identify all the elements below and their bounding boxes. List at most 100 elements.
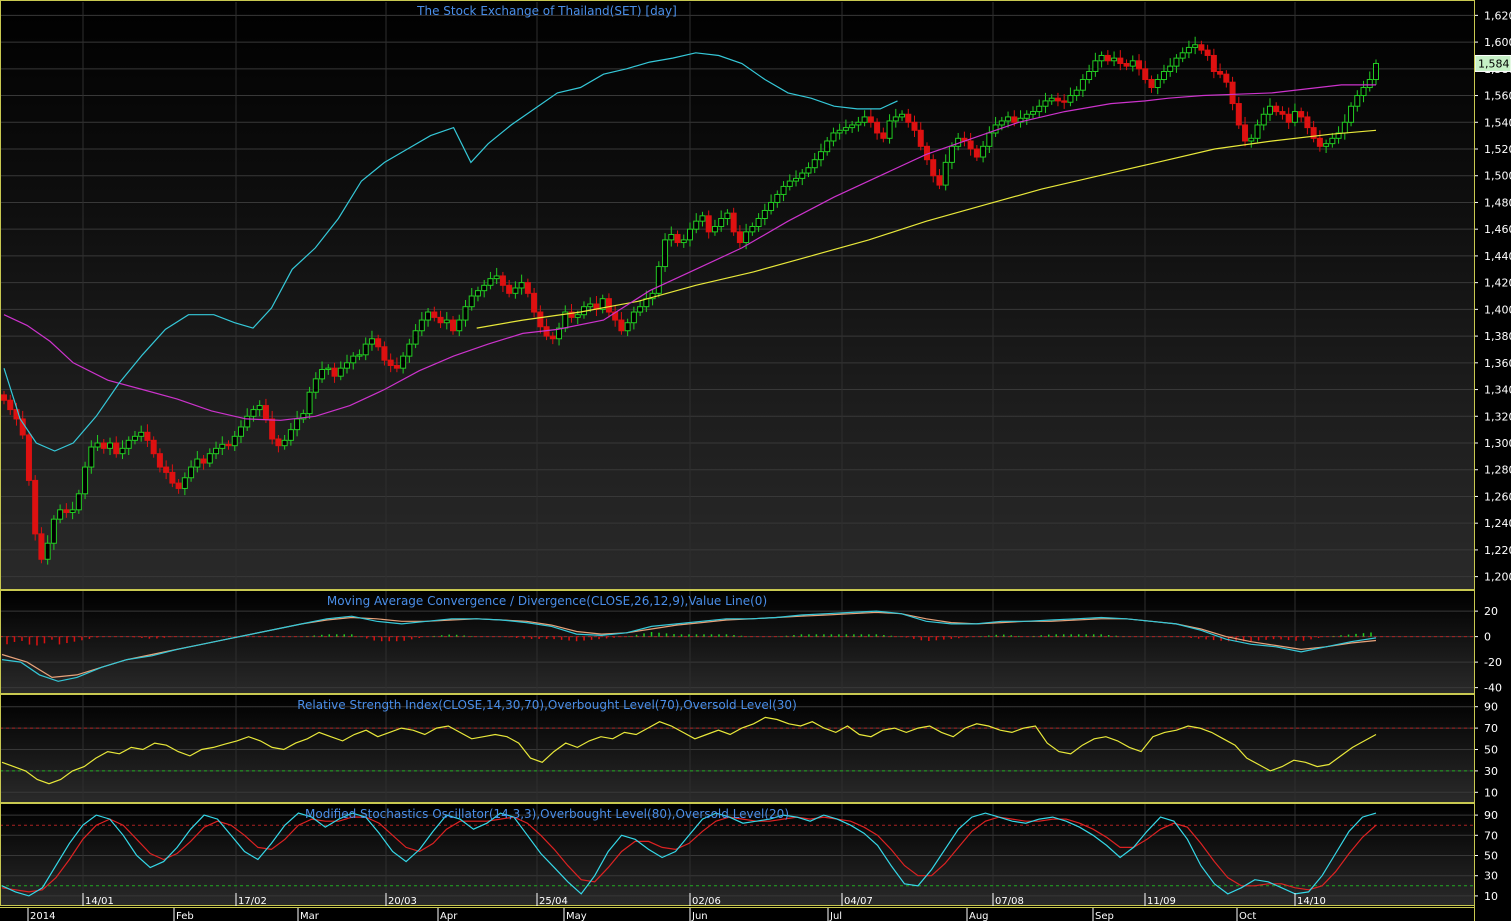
y-tick-label: 90	[1484, 809, 1498, 822]
y-tick-label: 1,260	[1484, 490, 1511, 503]
candle	[287, 429, 294, 441]
candle	[917, 129, 924, 147]
x-tick-label: Apr	[440, 911, 458, 921]
candle	[493, 275, 500, 280]
candle	[474, 290, 481, 297]
candle	[1223, 73, 1230, 83]
candle	[231, 435, 238, 447]
candle	[1092, 60, 1099, 72]
candle	[973, 148, 980, 158]
candle	[518, 282, 525, 289]
candle	[487, 278, 494, 286]
candle	[780, 185, 787, 195]
candle	[44, 542, 51, 560]
candle	[892, 116, 899, 122]
candle	[680, 239, 687, 244]
candle	[175, 482, 182, 489]
candle	[194, 458, 201, 468]
y-tick-label: 10	[1484, 786, 1498, 799]
candle	[587, 303, 594, 308]
y-tick-label: 70	[1484, 829, 1498, 842]
candle	[331, 367, 338, 377]
candle	[836, 129, 843, 134]
candle	[1036, 105, 1043, 113]
x-tick-label: 02/06	[692, 896, 721, 907]
candle	[618, 319, 625, 332]
candle	[281, 439, 288, 447]
pane-title: Modified Stochastics Oscillator(14,3,3),…	[305, 807, 789, 821]
candle	[842, 127, 849, 131]
x-tick-label: Feb	[176, 911, 194, 921]
candle	[1030, 111, 1036, 115]
candle	[294, 418, 301, 431]
y-tick-label: 1,440	[1484, 250, 1511, 263]
candle	[1167, 65, 1174, 72]
candle	[400, 355, 407, 369]
candle	[94, 442, 101, 448]
candle	[861, 116, 868, 123]
candle	[911, 121, 918, 131]
candle	[368, 338, 375, 345]
candle	[830, 132, 837, 142]
candle	[605, 298, 612, 313]
candle	[57, 509, 64, 520]
candle	[1229, 81, 1236, 105]
x-tick-label: Aug	[969, 911, 989, 921]
candle	[531, 292, 538, 313]
y-tick-label: 1,280	[1484, 464, 1511, 477]
candle	[549, 335, 556, 340]
y-tick-label: 1,320	[1484, 410, 1511, 423]
x-tick-label: 11/09	[1147, 896, 1176, 907]
candle	[100, 442, 107, 449]
y-tick-label: 1,560	[1484, 90, 1511, 103]
candle	[393, 364, 400, 369]
candle	[50, 518, 57, 544]
candle	[481, 284, 488, 292]
candle	[188, 466, 195, 479]
candle	[899, 113, 906, 118]
x-tick-label: Mar	[300, 911, 320, 921]
candle	[356, 354, 363, 357]
candle	[1042, 100, 1049, 107]
candle	[799, 172, 806, 179]
candle	[312, 378, 319, 393]
y-tick-label: 20	[1484, 605, 1498, 618]
candle	[786, 180, 793, 187]
candle	[1348, 105, 1355, 123]
y-tick-label: 1,620	[1484, 9, 1511, 22]
candle	[1192, 44, 1199, 48]
candle	[1117, 57, 1124, 64]
candle	[1067, 95, 1074, 103]
y-tick-label: 1,340	[1484, 384, 1511, 397]
candle	[32, 479, 39, 535]
candle	[1185, 46, 1192, 54]
candle	[942, 161, 949, 186]
candle	[574, 314, 581, 318]
y-tick-label: 1,360	[1484, 357, 1511, 370]
candle	[337, 367, 344, 377]
candle	[456, 319, 463, 332]
y-tick-label: 1,240	[1484, 517, 1511, 530]
candle	[743, 231, 750, 244]
candle	[1235, 103, 1242, 126]
candle	[82, 466, 89, 495]
x-tick-label: 14/01	[85, 896, 114, 907]
candle	[936, 175, 943, 186]
candle	[774, 193, 781, 203]
y-tick-label: 1,220	[1484, 544, 1511, 557]
x-tick-label: 14/10	[1297, 896, 1326, 907]
candle	[705, 215, 712, 233]
candle	[980, 145, 987, 158]
candle	[499, 275, 506, 286]
y-tick-label: 90	[1484, 701, 1498, 714]
candle	[755, 217, 762, 228]
candle	[1248, 137, 1255, 142]
candle	[138, 431, 145, 437]
candle	[699, 215, 706, 222]
candle	[724, 212, 731, 219]
y-tick-label: 1,540	[1484, 116, 1511, 129]
candle	[256, 405, 263, 411]
candle	[1173, 57, 1180, 67]
last-value-label: 1,584	[1478, 57, 1510, 70]
x-tick-label: 25/04	[539, 896, 568, 907]
